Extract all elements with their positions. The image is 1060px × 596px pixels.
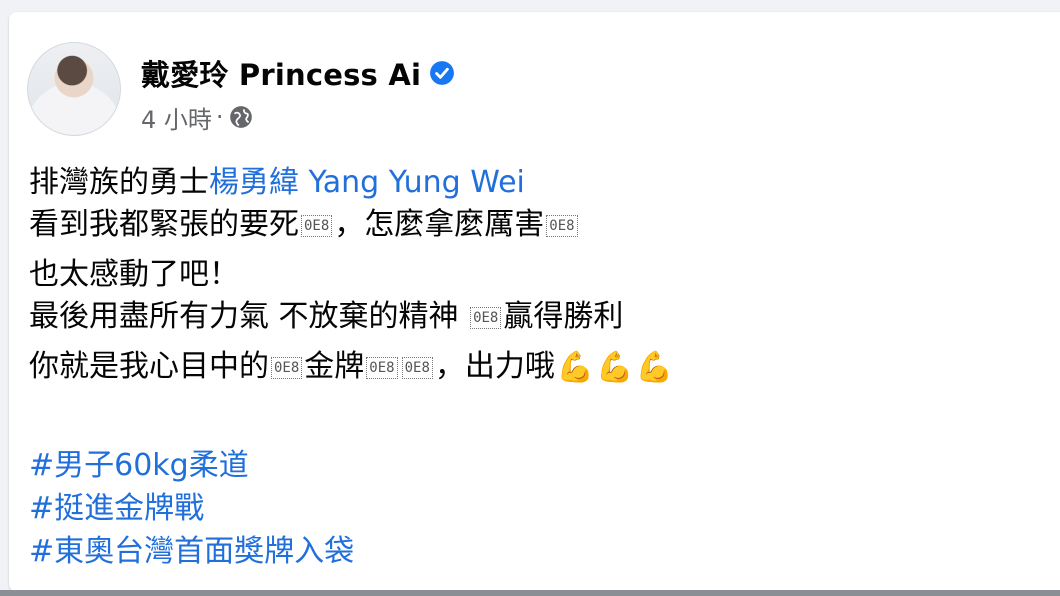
hashtag-link[interactable]: #男子60kg柔道 <box>29 444 354 487</box>
mention-link[interactable]: 楊勇緯 Yang Yung Wei <box>209 165 525 200</box>
text: 金牌 <box>304 349 365 384</box>
line: 排灣族的勇士楊勇緯 Yang Yung Wei <box>29 162 1049 204</box>
author-avatar[interactable] <box>27 42 121 136</box>
line: 你就是我心目中的 0E8 金牌 0E8 0E8 ，出力哦💪💪💪 <box>29 346 1049 389</box>
text: 排灣族的勇士 <box>29 165 209 200</box>
flexed-biceps-icon: 💪 <box>596 349 634 385</box>
line: 最後用盡所有力氣 不放棄的精神 0E8 贏得勝利 <box>29 296 1049 338</box>
emoji-placeholder: 0E8 <box>301 214 333 237</box>
emoji-placeholder: 0E8 <box>366 356 398 379</box>
line: 看到我都緊張的要死 0E8 ，怎麼拿麼厲害 0E8 <box>29 204 1049 246</box>
feed-divider <box>0 590 1060 596</box>
paragraph-2: 也太感動了吧！ 最後用盡所有力氣 不放棄的精神 0E8 贏得勝利 <box>29 254 1049 338</box>
text: 贏得勝利 <box>503 299 624 334</box>
globe-icon[interactable] <box>228 104 254 130</box>
post-meta: 4 小時 · <box>141 100 254 134</box>
emoji-placeholder: 0E8 <box>546 214 578 237</box>
emoji-placeholder: 0E8 <box>271 356 303 379</box>
post-body: 排灣族的勇士楊勇緯 Yang Yung Wei 看到我都緊張的要死 0E8 ，怎麼拿… <box>29 162 1049 389</box>
author-row: 戴愛玲 Princess Ai <box>141 54 455 92</box>
flexed-biceps-icon: 💪 <box>635 349 673 385</box>
paragraph-1: 排灣族的勇士楊勇緯 Yang Yung Wei 看到我都緊張的要死 0E8 ，怎麼拿… <box>29 162 1049 246</box>
meta-separator: · <box>215 103 224 131</box>
hashtag-list: #男子60kg柔道 #挺進金牌戰 #東奧台灣首面獎牌入袋 <box>29 444 354 573</box>
post-timestamp[interactable]: 4 小時 <box>141 100 212 135</box>
text: 最後用盡所有力氣 不放棄的精神 <box>29 299 469 334</box>
hashtag-link[interactable]: #挺進金牌戰 <box>29 487 354 530</box>
flexed-biceps-icon: 💪 <box>556 349 595 385</box>
hashtag-link[interactable]: #東奧台灣首面獎牌入袋 <box>29 530 354 573</box>
author-name[interactable]: 戴愛玲 Princess Ai <box>141 52 421 94</box>
verified-badge-icon <box>430 61 455 85</box>
text: ，怎麼拿麼厲害 <box>334 207 545 242</box>
text: ，出力哦 <box>434 349 555 384</box>
line: 也太感動了吧！ <box>29 257 239 292</box>
emoji-placeholder: 0E8 <box>401 356 433 379</box>
emoji-placeholder: 0E8 <box>470 306 502 329</box>
post-card: 戴愛玲 Princess Ai 4 小時 · 排灣族的勇士楊勇緯 Yang Yu… <box>9 12 1060 592</box>
paragraph-3: 你就是我心目中的 0E8 金牌 0E8 0E8 ，出力哦💪💪💪 <box>29 346 1049 389</box>
text: 看到我都緊張的要死 <box>29 207 299 242</box>
text: 你就是我心目中的 <box>29 349 269 384</box>
